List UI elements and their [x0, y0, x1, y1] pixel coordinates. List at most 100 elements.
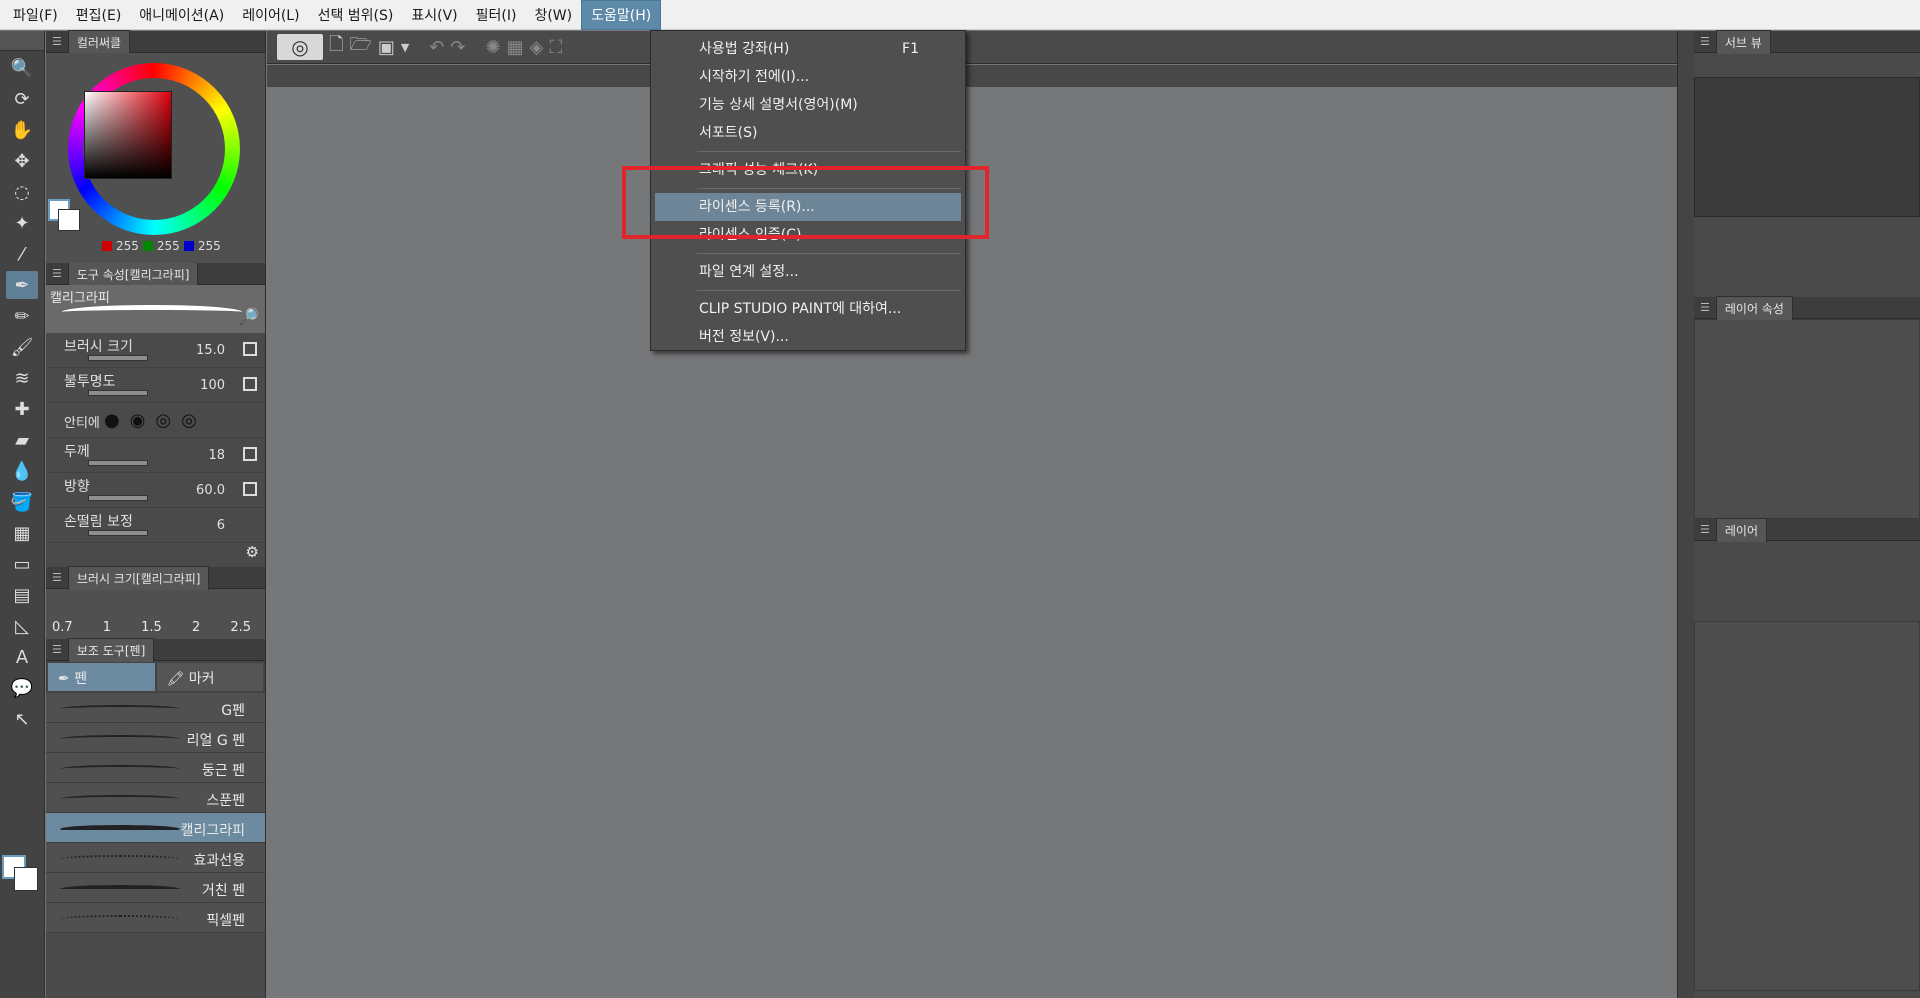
- magnifier-icon[interactable]: 🔎: [239, 307, 259, 326]
- eyedropper-icon[interactable]: ⁄: [6, 240, 38, 268]
- thickness-slider[interactable]: [88, 460, 148, 466]
- menu-help[interactable]: 도움말(H): [581, 0, 662, 30]
- direction-dynamics-button[interactable]: [243, 482, 257, 496]
- pen-tool-icon[interactable]: ✒: [6, 271, 38, 299]
- panel-menu-icon[interactable]: ☰: [1700, 523, 1710, 536]
- sub-tool-item[interactable]: 효과선용: [46, 843, 265, 873]
- sub-tool-item[interactable]: 픽셀펜: [46, 903, 265, 933]
- save-dropdown-icon[interactable]: ▼: [401, 41, 409, 54]
- sub-tool-item[interactable]: 둥근 펜: [46, 753, 265, 783]
- brush-size-preset[interactable]: 1: [103, 620, 111, 635]
- clip-studio-logo-icon[interactable]: ◎: [277, 34, 323, 60]
- pencil-icon[interactable]: ✏: [6, 302, 38, 330]
- prop-antialias[interactable]: 안티에 ●◉◎◎: [46, 403, 265, 438]
- sub-tool-item[interactable]: G펜: [46, 693, 265, 723]
- panel-menu-icon[interactable]: ☰: [1700, 35, 1710, 48]
- open-folder-icon[interactable]: 🗁: [349, 32, 371, 62]
- tab-sub-view[interactable]: 서브 뷰: [1715, 29, 1771, 54]
- balloon-icon[interactable]: 💬: [6, 674, 38, 702]
- rotate-icon[interactable]: ⟳: [6, 85, 38, 113]
- scale-icon[interactable]: ⛶: [549, 37, 562, 58]
- sub-tool-item[interactable]: 스푼펜: [46, 783, 265, 813]
- redo-icon[interactable]: ↷: [450, 37, 465, 58]
- tab-layer-property[interactable]: 레이어 속성: [1715, 295, 1793, 320]
- prop-brush-size[interactable]: 브러시 크기 15.0: [46, 333, 265, 368]
- menu-item-version[interactable]: 버전 정보(V)...: [651, 323, 965, 351]
- tab-tool-property[interactable]: 도구 속성[캘리그라피]: [67, 261, 199, 286]
- fill-icon[interactable]: 🪣: [6, 488, 38, 516]
- fill-selection-icon[interactable]: ◈: [530, 37, 544, 58]
- prop-direction[interactable]: 방향 60.0: [46, 473, 265, 508]
- menu-file[interactable]: 파일(F): [4, 1, 67, 29]
- thickness-dynamics-button[interactable]: [243, 447, 257, 461]
- move-icon[interactable]: ✥: [6, 147, 38, 175]
- airbrush-icon[interactable]: ≋: [6, 364, 38, 392]
- saturation-value-square[interactable]: [84, 91, 172, 179]
- figure-icon[interactable]: ▭: [6, 550, 38, 578]
- brush-size-slider[interactable]: [88, 355, 148, 361]
- menu-item-about[interactable]: CLIP STUDIO PAINT에 대하여...: [651, 295, 965, 323]
- correct-line-icon[interactable]: ↖: [6, 705, 38, 733]
- menu-window[interactable]: 창(W): [525, 1, 581, 29]
- background-color-swatch[interactable]: [58, 209, 80, 231]
- prop-stabilization[interactable]: 손떨림 보정 6: [46, 508, 265, 543]
- panel-menu-icon[interactable]: ☰: [1700, 301, 1710, 314]
- eraser-icon[interactable]: ▰: [6, 426, 38, 454]
- tab-sub-tool[interactable]: 보조 도구[펜]: [67, 637, 155, 662]
- zoom-icon[interactable]: 🔍: [6, 54, 38, 82]
- navigator-controls[interactable]: [1694, 217, 1920, 297]
- tab-pen-group[interactable]: ✒ 펜: [48, 663, 155, 691]
- sub-tool-item[interactable]: 거친 펜: [46, 873, 265, 903]
- color-circle[interactable]: 255 255 255: [46, 53, 265, 263]
- blend-icon[interactable]: 💧: [6, 457, 38, 485]
- settings-wrench-icon[interactable]: ⚙: [246, 543, 259, 561]
- menu-selection[interactable]: 선택 범위(S): [309, 1, 403, 29]
- menu-filter[interactable]: 필터(I): [467, 1, 526, 29]
- layer-list[interactable]: [1694, 621, 1920, 991]
- panel-menu-icon[interactable]: ☰: [52, 267, 62, 280]
- lasso-icon[interactable]: ◌: [6, 178, 38, 206]
- menu-view[interactable]: 표시(V): [402, 1, 466, 29]
- sub-tool-item[interactable]: 리얼 G 펜: [46, 723, 265, 753]
- direction-slider[interactable]: [88, 495, 148, 501]
- save-icon[interactable]: ▣: [378, 37, 395, 58]
- menu-item-file-association[interactable]: 파일 연계 설정...: [651, 258, 965, 286]
- brush-icon[interactable]: 🖌: [6, 333, 38, 361]
- prop-opacity[interactable]: 불투명도 100: [46, 368, 265, 403]
- opacity-slider[interactable]: [88, 390, 148, 396]
- tab-layer[interactable]: 레이어: [1715, 517, 1767, 542]
- opacity-dynamics-button[interactable]: [243, 377, 257, 391]
- tab-marker-group[interactable]: 🖍 마커: [156, 663, 263, 691]
- menu-animation[interactable]: 애니메이션(A): [130, 1, 233, 29]
- undo-icon[interactable]: ↶: [429, 37, 444, 58]
- panel-menu-icon[interactable]: ☰: [52, 35, 62, 48]
- brush-size-dynamics-button[interactable]: [243, 342, 257, 356]
- tab-color-circle[interactable]: 컬러써클: [67, 29, 131, 54]
- menu-item-before-start[interactable]: 시작하기 전에(I)...: [651, 63, 965, 91]
- stabilization-slider[interactable]: [88, 530, 148, 536]
- layer-toolbar[interactable]: [1694, 541, 1920, 621]
- transform-icon[interactable]: ▦: [507, 37, 524, 58]
- gradient-icon[interactable]: ▦: [6, 519, 38, 547]
- brush-size-preset[interactable]: 0.7: [52, 620, 73, 635]
- frame-icon[interactable]: ▤: [6, 581, 38, 609]
- decoration-icon[interactable]: ✚: [6, 395, 38, 423]
- brush-size-preset[interactable]: 2.5: [230, 620, 251, 635]
- menu-item-support[interactable]: 서포트(S): [651, 119, 965, 147]
- new-file-icon[interactable]: 🗋: [329, 32, 343, 62]
- sub-tool-item-selected[interactable]: 캘리그라피: [46, 813, 265, 843]
- sub-color-swatch[interactable]: [14, 867, 38, 891]
- hand-icon[interactable]: ✋: [6, 116, 38, 144]
- menu-edit[interactable]: 편집(E): [67, 1, 131, 29]
- menu-item-manual[interactable]: 기능 상세 설명서(영어)(M): [651, 91, 965, 119]
- panel-menu-icon[interactable]: ☰: [52, 571, 62, 584]
- text-icon[interactable]: A: [6, 643, 38, 671]
- brush-size-preset[interactable]: 1.5: [141, 620, 162, 635]
- panel-menu-icon[interactable]: ☰: [52, 643, 62, 656]
- menu-item-tutorials[interactable]: 사용법 강좌(H) F1: [651, 35, 965, 63]
- magic-wand-icon[interactable]: ✦: [6, 209, 38, 237]
- prop-thickness[interactable]: 두께 18: [46, 438, 265, 473]
- menu-layer[interactable]: 레이어(L): [233, 1, 308, 29]
- antialias-options-icon[interactable]: ●◉◎◎: [104, 410, 207, 431]
- ruler-icon[interactable]: ◺: [6, 612, 38, 640]
